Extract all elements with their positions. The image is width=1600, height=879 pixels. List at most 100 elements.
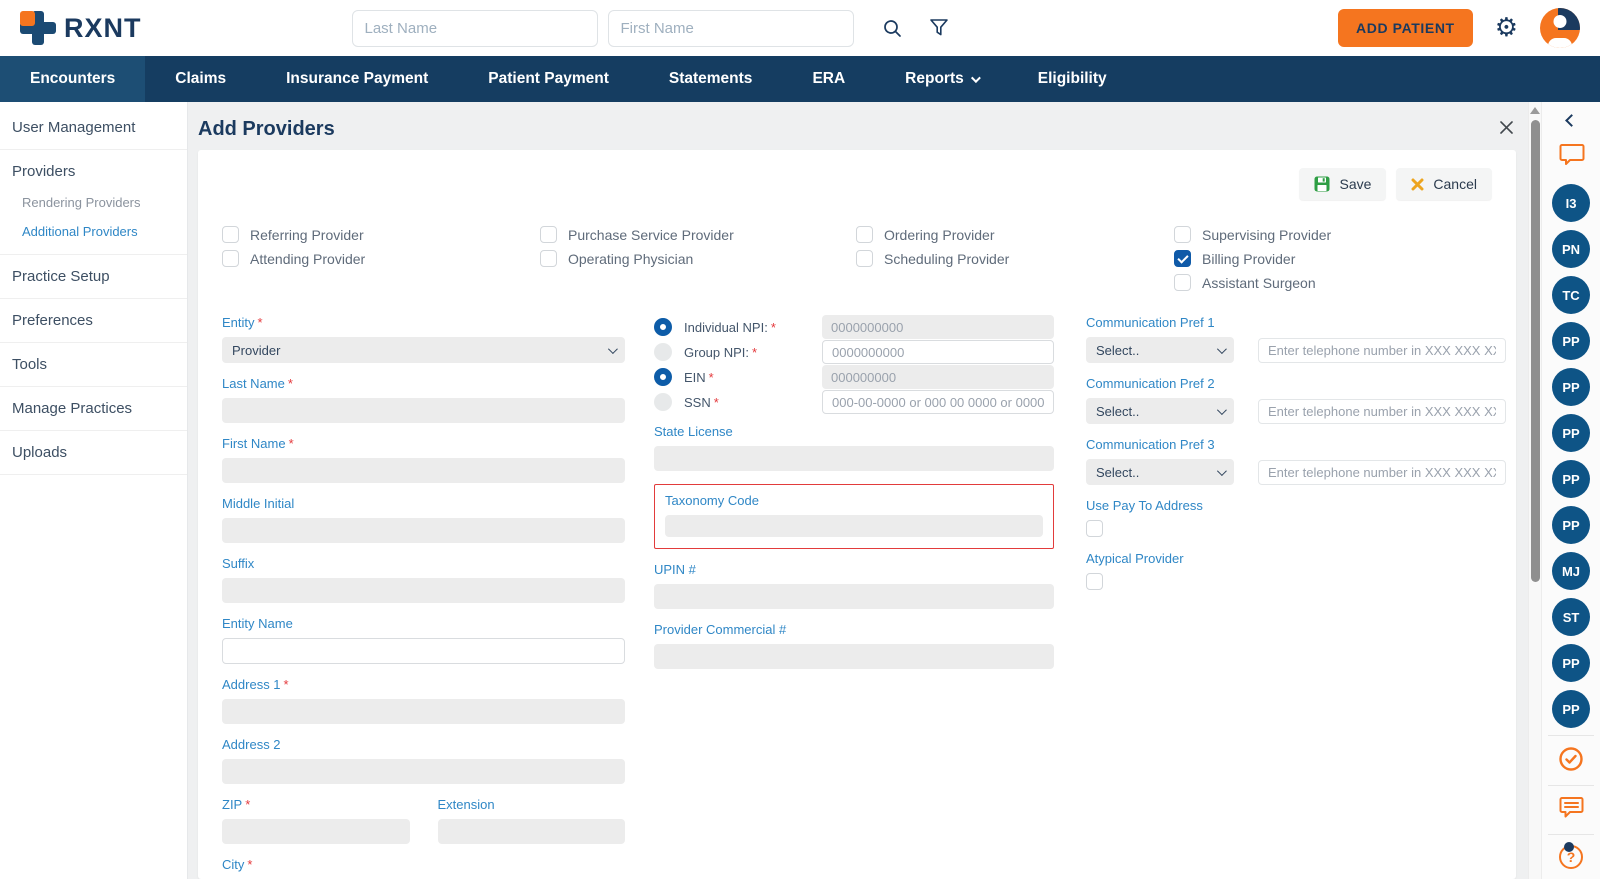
save-button[interactable]: Save: [1299, 168, 1387, 200]
ssn-input[interactable]: [822, 390, 1054, 414]
search-icon[interactable]: [882, 18, 903, 39]
checkbox-referring-provider[interactable]: Referring Provider: [222, 226, 540, 243]
practice-badge[interactable]: PN: [1552, 230, 1590, 268]
comm-pref-3-phone-input[interactable]: [1258, 459, 1506, 485]
checkbox[interactable]: [856, 226, 873, 243]
checkbox-attending-provider[interactable]: Attending Provider: [222, 250, 540, 267]
practice-badge[interactable]: PP: [1552, 506, 1590, 544]
nav-patient-payment[interactable]: Patient Payment: [458, 56, 639, 102]
nav-era[interactable]: ERA: [782, 56, 875, 102]
sidebar-item-rendering-providers[interactable]: Rendering Providers: [0, 188, 187, 217]
practice-badge[interactable]: PP: [1552, 322, 1590, 360]
ein-input[interactable]: [822, 365, 1054, 389]
radio-individual-npi-selected[interactable]: [654, 318, 672, 336]
checkbox-assistant-surgeon[interactable]: Assistant Surgeon: [1174, 274, 1506, 291]
sidebar-item-tools[interactable]: Tools: [0, 343, 187, 387]
user-avatar[interactable]: [1540, 8, 1580, 48]
use-pay-to-address-checkbox[interactable]: [1086, 520, 1103, 537]
checkbox-scheduling-provider[interactable]: Scheduling Provider: [856, 250, 1174, 267]
comm-pref-1-phone-input[interactable]: [1258, 337, 1506, 363]
suffix-input[interactable]: [222, 578, 625, 603]
zip-input[interactable]: [222, 819, 410, 844]
checkbox[interactable]: [1174, 274, 1191, 291]
practice-badge[interactable]: PP: [1552, 644, 1590, 682]
practice-badge[interactable]: MJ: [1552, 552, 1590, 590]
checkbox[interactable]: [540, 250, 557, 267]
entity-select[interactable]: Provider: [222, 337, 625, 363]
checkbox-purchase-service-provider[interactable]: Purchase Service Provider: [540, 226, 856, 243]
close-icon[interactable]: [1499, 120, 1514, 138]
practice-badge[interactable]: PP: [1552, 460, 1590, 498]
scrollbar-thumb[interactable]: [1530, 120, 1540, 582]
vertical-scrollbar[interactable]: [1528, 102, 1542, 879]
sidebar-item-practice-setup[interactable]: Practice Setup: [0, 255, 187, 299]
last-name-input[interactable]: [222, 398, 625, 423]
first-name-input[interactable]: [222, 458, 625, 483]
check-circle-icon[interactable]: [1558, 741, 1584, 780]
field-comm-pref-2: Communication Pref 2 Select..: [1086, 376, 1506, 424]
help-icon[interactable]: ?: [1559, 840, 1583, 874]
comm-pref-2-phone-input[interactable]: [1258, 398, 1506, 424]
middle-initial-input[interactable]: [222, 518, 625, 543]
cancel-button[interactable]: Cancel: [1396, 168, 1492, 200]
sidebar-item-user-management[interactable]: User Management: [0, 106, 187, 150]
provider-commercial-input[interactable]: [654, 644, 1054, 669]
nav-encounters[interactable]: Encounters: [0, 56, 146, 102]
practice-badge[interactable]: ST: [1552, 598, 1590, 636]
checkbox[interactable]: [856, 250, 873, 267]
individual-npi-input[interactable]: [822, 315, 1054, 339]
nav-reports[interactable]: Reports: [875, 56, 1008, 102]
radio-group-npi[interactable]: [654, 343, 672, 361]
extension-input[interactable]: [437, 819, 625, 844]
provider-type-checkboxes: Referring Provider Attending Provider Pu…: [222, 226, 1506, 291]
checkbox-billing-provider[interactable]: Billing Provider: [1174, 250, 1506, 267]
sidebar-item-additional-providers[interactable]: Additional Providers: [0, 217, 187, 246]
chat-bubble-icon[interactable]: [1557, 143, 1585, 172]
taxonomy-code-input[interactable]: [665, 515, 1043, 537]
filter-icon[interactable]: [929, 18, 949, 38]
practice-badge[interactable]: PP: [1552, 690, 1590, 728]
sidebar-item-uploads[interactable]: Uploads: [0, 431, 187, 475]
comm-pref-3-select[interactable]: Select..: [1086, 459, 1234, 485]
radio-ssn[interactable]: [654, 393, 672, 411]
first-name-search-input[interactable]: [607, 9, 854, 47]
address1-input[interactable]: [222, 699, 625, 724]
collapse-rail-button[interactable]: [1564, 114, 1578, 127]
practice-badge[interactable]: PP: [1552, 368, 1590, 406]
field-suffix: Suffix: [222, 556, 625, 603]
checkbox[interactable]: [1174, 226, 1191, 243]
scroll-up-arrow[interactable]: [1530, 107, 1540, 114]
nav-insurance-payment[interactable]: Insurance Payment: [256, 56, 458, 102]
sidebar-item-preferences[interactable]: Preferences: [0, 299, 187, 343]
nav-statements[interactable]: Statements: [639, 56, 783, 102]
checkbox-ordering-provider[interactable]: Ordering Provider: [856, 226, 1174, 243]
comm-pref-1-select[interactable]: Select..: [1086, 337, 1234, 363]
sidebar-item-providers[interactable]: Providers: [0, 150, 187, 188]
comm-pref-2-select[interactable]: Select..: [1086, 398, 1234, 424]
field-state-license: State License: [654, 424, 1054, 471]
add-patient-button[interactable]: ADD PATIENT: [1338, 9, 1473, 47]
entity-name-input[interactable]: [222, 638, 625, 664]
sidebar-item-manage-practices[interactable]: Manage Practices: [0, 387, 187, 431]
practice-badge[interactable]: I3: [1552, 184, 1590, 222]
radio-ein-selected[interactable]: [654, 368, 672, 386]
upin-input[interactable]: [654, 584, 1054, 609]
checkbox-supervising-provider[interactable]: Supervising Provider: [1174, 226, 1506, 243]
gear-icon[interactable]: [1495, 15, 1518, 41]
state-license-input[interactable]: [654, 446, 1054, 471]
checkbox[interactable]: [222, 250, 239, 267]
checkbox[interactable]: [540, 226, 557, 243]
rxnt-logo[interactable]: RXNT: [20, 11, 142, 45]
atypical-provider-checkbox[interactable]: [1086, 573, 1103, 590]
last-name-search-input[interactable]: [351, 9, 598, 47]
checkbox-checked[interactable]: [1174, 250, 1191, 267]
checkbox[interactable]: [222, 226, 239, 243]
nav-claims[interactable]: Claims: [145, 56, 256, 102]
nav-eligibility[interactable]: Eligibility: [1008, 56, 1137, 102]
practice-badge[interactable]: PP: [1552, 414, 1590, 452]
checkbox-operating-physician[interactable]: Operating Physician: [540, 250, 856, 267]
feedback-chat-icon[interactable]: [1558, 791, 1585, 829]
address2-input[interactable]: [222, 759, 625, 784]
practice-badge[interactable]: TC: [1552, 276, 1590, 314]
group-npi-input[interactable]: [822, 340, 1054, 364]
